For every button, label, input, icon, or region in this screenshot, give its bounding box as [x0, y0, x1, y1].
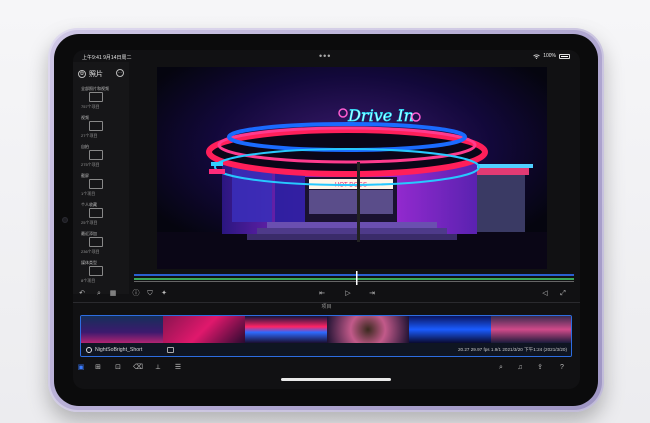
album-name: 媒体类型	[81, 260, 97, 265]
undo-icon[interactable]: ↶	[77, 289, 87, 299]
skip-back-icon[interactable]: ⇤	[317, 289, 327, 299]
album-count: 8个项目	[81, 278, 96, 283]
clip-frame	[81, 316, 163, 343]
clip-filmstrip	[81, 316, 571, 343]
help-icon[interactable]: ?	[557, 363, 567, 373]
split-icon[interactable]: ⟂	[153, 363, 163, 373]
zoom-icon[interactable]: ⌕	[496, 363, 506, 373]
album-count: 236个项目	[81, 249, 100, 254]
video-icon	[89, 121, 103, 131]
folder-icon	[89, 92, 103, 102]
clip-frame	[409, 316, 491, 343]
project-clip[interactable]: NightSoBright_Short 20.27 29.97 fps 1.9/…	[80, 315, 572, 357]
play-icon[interactable]: ▷	[343, 289, 353, 299]
clip-frame	[163, 316, 245, 343]
fullscreen-icon[interactable]: ⤢	[558, 289, 568, 299]
album-count: 27个项目	[81, 133, 98, 138]
project-label: 项目	[73, 302, 580, 311]
app-screen: 上午9:41 9月14日周二 ••• 100% ✿ 照片 ··· 全部照片和视频…	[73, 50, 580, 389]
album-item-selfies[interactable]: 自拍 275个项目	[81, 144, 127, 173]
album-name: 全部照片和视频	[81, 86, 109, 91]
skip-forward-icon[interactable]: ⇥	[367, 289, 377, 299]
photos-flower-icon: ✿	[78, 70, 86, 78]
album-list: 全部照片和视频 757个项目 视频 27个项目 自拍 275个项目 截屏 1个项…	[81, 86, 127, 289]
screenshot-icon	[89, 179, 103, 189]
status-time: 上午9:41 9月14日周二	[82, 55, 132, 61]
album-count: 1个项目	[81, 191, 96, 196]
sidebar-title: 照片	[89, 71, 103, 78]
album-name: 自拍	[81, 144, 89, 149]
sidebar: ✿ 照片 ··· 全部照片和视频 757个项目 视频 27个项目 自拍 275个…	[73, 62, 129, 294]
audio-icon[interactable]: ♫	[515, 363, 525, 373]
clip-frame	[245, 316, 327, 343]
album-item-videos[interactable]: 视频 27个项目	[81, 115, 127, 144]
folder-icon	[89, 266, 103, 276]
grid-icon[interactable]: ▦	[108, 289, 118, 299]
battery-icon	[559, 53, 570, 59]
album-name: 截屏	[81, 173, 89, 178]
delete-icon[interactable]: ⌫	[133, 363, 143, 373]
bottom-toolbar: ▣ ⊞ ⊡ ⌫ ⟂ ☰ ⌕ ♫ ⇪ ?	[73, 361, 580, 375]
album-count: 275个项目	[81, 162, 100, 167]
clip-frame	[491, 316, 571, 343]
heart-icon	[89, 208, 103, 218]
info-icon[interactable]: ⓘ	[131, 289, 141, 299]
neon-sign-text: Drive In	[347, 106, 414, 125]
album-item-all[interactable]: 全部照片和视频 757个项目	[81, 86, 127, 115]
effects-icon[interactable]: ✦	[159, 289, 169, 299]
share-icon[interactable]: ⇪	[535, 363, 545, 373]
camera-icon	[89, 150, 103, 160]
playback-controls: ↶ ⌕ ▦ ⓘ ⛉ ✦ ⇤ ▷ ⇥ ◁ ⤢	[73, 287, 580, 301]
export-icon[interactable]: ☰	[173, 363, 183, 373]
clip-name: NightSoBright_Short	[95, 347, 143, 353]
album-item-media-types[interactable]: 媒体类型 8个项目	[81, 260, 127, 289]
multitasking-dots[interactable]: •••	[319, 51, 331, 61]
wifi-icon	[533, 53, 540, 59]
front-camera	[62, 217, 68, 223]
add-clip-icon[interactable]: ⊞	[93, 363, 103, 373]
clip-frame	[327, 316, 409, 343]
timeline-tracks	[134, 271, 574, 285]
album-item-favorites[interactable]: 个人收藏 25个项目	[81, 202, 127, 231]
status-right: 100%	[533, 53, 570, 59]
album-count: 757个项目	[81, 104, 100, 109]
ipad-device: 上午9:41 9月14日周二 ••• 100% ✿ 照片 ··· 全部照片和视频…	[48, 28, 604, 412]
search-icon[interactable]: ⌕	[94, 289, 104, 299]
album-name: 最近添加	[81, 231, 97, 236]
album-item-screenshots[interactable]: 截屏 1个项目	[81, 173, 127, 202]
home-indicator[interactable]	[281, 378, 391, 381]
clip-info-bar: NightSoBright_Short 20.27 29.97 fps 1.9/…	[81, 343, 571, 356]
battery-percent: 100%	[543, 53, 556, 59]
drive-in-scene: HOT DOGS Drive In	[157, 67, 547, 269]
clip-select-icon[interactable]	[86, 347, 92, 353]
add-text-icon[interactable]: ⊡	[113, 363, 123, 373]
album-item-recent[interactable]: 最近添加 236个项目	[81, 231, 127, 260]
volume-icon[interactable]: ◁	[540, 289, 550, 299]
status-bar: 上午9:41 9月14日周二 ••• 100%	[73, 50, 580, 62]
project-icon[interactable]: ▣	[76, 363, 86, 373]
clip-metadata: 20.27 29.97 fps 1.9/1 2021/3/20 下午1:24 (…	[457, 347, 567, 352]
album-count: 25个项目	[81, 220, 98, 225]
stage: 上午9:41 9月14日周二 ••• 100% ✿ 照片 ··· 全部照片和视频…	[0, 0, 650, 423]
shield-icon[interactable]: ⛉	[145, 289, 155, 299]
clip-type-icon	[167, 347, 174, 353]
timeline-scrubber[interactable]	[134, 271, 574, 285]
video-viewer[interactable]: HOT DOGS Drive In	[157, 67, 547, 269]
folder-icon	[89, 237, 103, 247]
album-name: 个人收藏	[81, 202, 97, 207]
sidebar-header: ✿ 照片 ···	[78, 69, 124, 79]
playhead[interactable]	[356, 271, 358, 285]
album-name: 视频	[81, 115, 89, 120]
more-options-icon[interactable]: ···	[116, 69, 124, 77]
